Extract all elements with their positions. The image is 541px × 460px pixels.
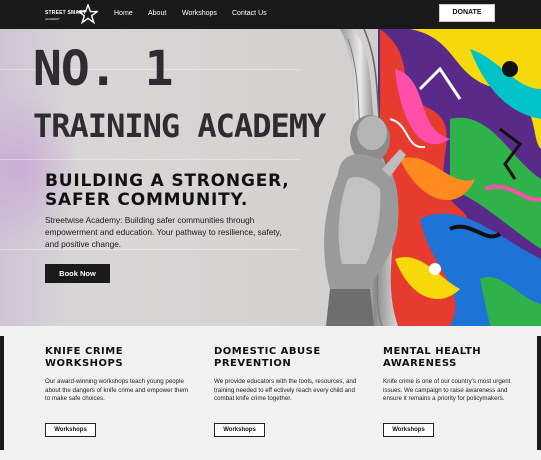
book-now-button[interactable]: Book Now	[45, 264, 110, 283]
star-icon	[78, 4, 98, 24]
left-edge-bar	[0, 336, 4, 450]
logo-subtext: ACADEMY	[45, 17, 60, 21]
nav-home[interactable]: Home	[114, 10, 133, 17]
top-nav: STREET SMART ACADEMY Home About Workshop…	[0, 0, 541, 29]
card-title: DOMESTIC ABUSE PREVENTION	[214, 346, 364, 369]
hero-tagline: BUILDING A STRONGER, SAFER COMMUNITY.	[45, 172, 290, 210]
card-title: MENTAL HEALTH AWARENESS	[383, 346, 533, 369]
site-logo[interactable]: STREET SMART ACADEMY	[45, 4, 98, 24]
graffiti-curtain-artwork	[324, 29, 541, 326]
nav-workshops[interactable]: Workshops	[182, 10, 217, 17]
nav-about[interactable]: About	[148, 10, 166, 17]
hero-graffiti-number: NO. 1	[33, 41, 173, 97]
card-body: We provide educators with the tools, res…	[214, 378, 357, 402]
card-body: Knife crime is one of our country's most…	[383, 378, 511, 402]
workshops-button[interactable]: Workshops	[214, 423, 265, 437]
hero-description: Streetwise Academy: Building safer commu…	[45, 215, 282, 249]
wall-texture	[0, 159, 300, 160]
card-title-line2: PREVENTION	[214, 357, 292, 369]
nav-contact[interactable]: Contact Us	[232, 10, 267, 17]
card-body: Our award-winning workshops teach young …	[45, 378, 189, 402]
card-title-line1: DOMESTIC ABUSE	[214, 346, 321, 357]
donate-button[interactable]: DONATE	[439, 4, 495, 22]
hero-tagline-line2: SAFER COMMUNITY.	[45, 190, 249, 210]
right-edge-bar	[537, 336, 541, 450]
card-title-line1: KNIFE CRIME	[45, 346, 124, 357]
hero-graffiti-title: TRAINING ACADEMY	[33, 107, 326, 145]
hero-tagline-line1: BUILDING A STRONGER,	[45, 171, 290, 191]
hero-section: NO. 1 TRAINING ACADEMY BUILDING A STRONG…	[0, 29, 541, 326]
workshops-button[interactable]: Workshops	[383, 423, 434, 437]
workshops-button[interactable]: Workshops	[45, 423, 96, 437]
services-section: KNIFE CRIME WORKSHOPS Our award-winning …	[0, 326, 541, 460]
card-title-line2: AWARENESS	[383, 357, 457, 369]
card-title-line1: MENTAL HEALTH	[383, 346, 482, 357]
card-title-line2: WORKSHOPS	[45, 357, 124, 369]
card-title: KNIFE CRIME WORKSHOPS	[45, 346, 195, 369]
